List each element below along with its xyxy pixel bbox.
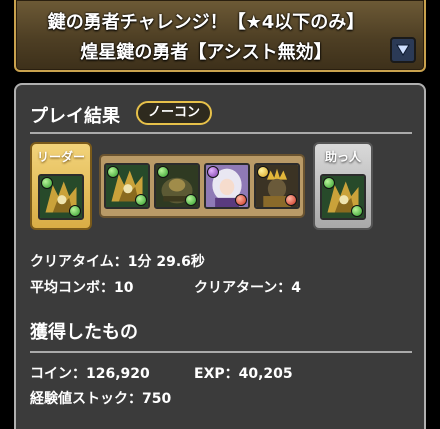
sub-members	[99, 154, 305, 218]
clear-time: クリアタイム：1分 29.6秒	[30, 254, 205, 270]
divider	[30, 132, 412, 134]
wood-attr-icon	[157, 166, 169, 178]
average-combo: 平均コンボ：10	[30, 280, 134, 296]
quest-title-line1: 鍵の勇者チャレンジ！【★4以下のみ】	[47, 12, 365, 33]
sub-monster-1[interactable]	[104, 163, 150, 209]
wood-sub-attr-icon	[135, 194, 147, 206]
helper-label: 助っ人	[324, 150, 361, 164]
helper-slot[interactable]: 助っ人	[313, 142, 373, 230]
leader-monster-icon[interactable]	[38, 174, 84, 220]
no-continue-badge: ノーコン	[136, 101, 213, 125]
exp-reward: EXP：40,205	[194, 366, 293, 382]
light-attr-icon	[257, 166, 269, 178]
dark-attr-icon	[207, 166, 219, 178]
fire-sub-attr-icon	[285, 194, 297, 206]
wood-attr-icon	[41, 177, 53, 189]
wood-sub-attr-icon	[351, 205, 363, 217]
clear-turns: クリアターン：4	[194, 280, 302, 296]
triangle-down-icon	[396, 44, 410, 56]
sub-monster-4[interactable]	[254, 163, 300, 209]
leader-slot[interactable]: リーダー	[30, 142, 92, 230]
result-panel: プレイ結果 ノーコン リーダー 助っ人 クリアタイム：1分 29.6秒 平均コン…	[14, 83, 426, 429]
leader-label: リーダー	[36, 150, 85, 164]
quest-banner: 鍵の勇者チャレンジ！【★4以下のみ】 煌星鍵の勇者【アシスト無効】	[14, 0, 426, 72]
wood-sub-attr-icon	[69, 205, 81, 217]
dropdown-button[interactable]	[390, 37, 416, 63]
helper-monster-icon[interactable]	[320, 174, 366, 220]
sub-monster-2[interactable]	[154, 163, 200, 209]
divider	[30, 351, 412, 353]
fire-sub-attr-icon	[235, 194, 247, 206]
quest-title-line2: 煌星鍵の勇者【アシスト無効】	[80, 42, 332, 63]
wood-sub-attr-icon	[185, 194, 197, 206]
play-result-title: プレイ結果	[30, 106, 120, 127]
exp-stock: 経験値ストック：750	[30, 391, 172, 407]
sub-monster-3[interactable]	[204, 163, 250, 209]
rewards-title: 獲得したもの	[30, 322, 138, 343]
wood-attr-icon	[323, 177, 335, 189]
wood-attr-icon	[107, 166, 119, 178]
coin-reward: コイン：126,920	[30, 366, 150, 382]
